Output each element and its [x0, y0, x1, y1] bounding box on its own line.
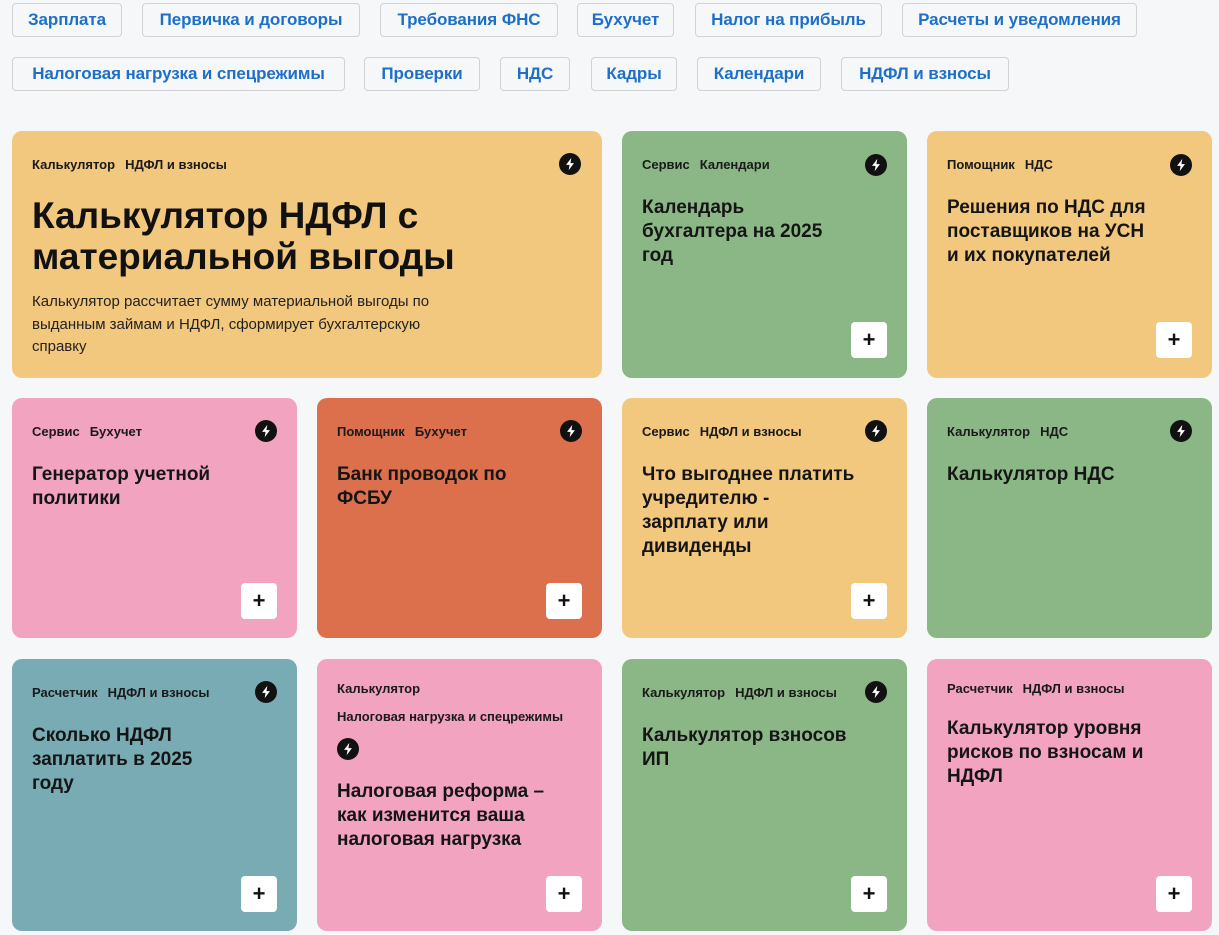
card-title: Банк проводок по ФСБУ — [337, 464, 507, 509]
card-fsbu-postings-bank[interactable]: Помощник Бухучет Банк проводок по ФСБУ + — [317, 398, 602, 638]
card-vat-usn-solutions[interactable]: Помощник НДС Решения по НДС для поставщик… — [927, 131, 1212, 378]
card-type: Калькулятор — [947, 424, 1031, 439]
card-title: Решения по НДС для поставщиков на УСН и … — [947, 197, 1146, 266]
lightning-icon — [1170, 420, 1192, 442]
add-button[interactable]: + — [851, 583, 887, 619]
card-topic: НДФЛ и взносы — [699, 424, 802, 439]
card-topic: Календари — [699, 157, 770, 172]
card-topic: НДФЛ и взносы — [1022, 681, 1125, 696]
filter-chip-fns-requirements[interactable]: Требования ФНС — [380, 3, 558, 37]
add-button[interactable]: + — [1156, 322, 1192, 358]
card-tags: Расчетчик НДФЛ и взносы — [32, 685, 219, 700]
card-ndfl-2025[interactable]: Расчетчик НДФЛ и взносы Сколько НДФЛ запл… — [12, 659, 297, 931]
filter-chip-inspections[interactable]: Проверки — [364, 57, 480, 91]
card-tags: Калькулятор НДС — [947, 424, 1078, 439]
card-topic: НДФЛ и взносы — [735, 685, 837, 700]
lightning-icon — [865, 420, 887, 442]
lightning-icon — [255, 420, 277, 442]
filter-chip-calendars[interactable]: Календари — [697, 57, 821, 91]
card-type: Расчетчик — [947, 681, 1013, 696]
card-topic: Бухучет — [89, 424, 142, 439]
lightning-icon — [865, 154, 887, 176]
lightning-icon — [1170, 154, 1192, 176]
filter-chip-accounting[interactable]: Бухучет — [577, 3, 674, 37]
card-type: Сервис — [642, 157, 690, 172]
lightning-icon — [559, 153, 581, 175]
lightning-icon — [865, 681, 887, 703]
card-description: Калькулятор рассчитает сумму материально… — [32, 293, 430, 355]
card-tags: Сервис Бухучет — [32, 424, 152, 439]
card-tags: Сервис Календари — [642, 157, 780, 172]
filter-chip-tax-burden[interactable]: Налоговая нагрузка и спецрежимы — [12, 57, 345, 91]
card-type: Сервис — [32, 424, 80, 439]
card-tags: Сервис НДФЛ и взносы — [642, 424, 812, 439]
card-title: Калькулятор уровня рисков по взносам и Н… — [947, 718, 1144, 787]
card-title: Калькулятор НДС — [947, 464, 1115, 485]
lightning-icon — [337, 738, 359, 760]
filter-chip-hr[interactable]: Кадры — [591, 57, 677, 91]
card-ip-contributions[interactable]: Калькулятор НДФЛ и взносы Калькулятор взн… — [622, 659, 907, 931]
card-type: Помощник — [337, 424, 405, 439]
card-accounting-policy-generator[interactable]: Сервис Бухучет Генератор учетной политики… — [12, 398, 297, 638]
card-vat-calculator[interactable]: Калькулятор НДС Калькулятор НДС — [927, 398, 1212, 638]
card-title: Сколько НДФЛ заплатить в 2025 году — [32, 725, 193, 794]
card-tags: Калькулятор НДФЛ и взносы — [32, 157, 237, 172]
card-topic: НДС — [1024, 157, 1053, 172]
filter-chip-ndfl-contributions[interactable]: НДФЛ и взносы — [841, 57, 1009, 91]
card-type: Калькулятор — [642, 685, 726, 700]
card-title: Налоговая реформа – как изменится ваша н… — [337, 781, 545, 850]
card-title: Калькулятор НДФЛ с материальной выгоды — [32, 195, 455, 277]
filter-chip-salary[interactable]: Зарплата — [12, 3, 122, 37]
card-tags: Расчетчик НДФЛ и взносы — [947, 681, 1134, 696]
card-topic: Бухучет — [414, 424, 467, 439]
card-salary-vs-dividends[interactable]: Сервис НДФЛ и взносы Что выгоднее платить… — [622, 398, 907, 638]
card-ndfl-material-benefit[interactable]: Калькулятор НДФЛ и взносы Калькулятор НДФ… — [12, 131, 602, 378]
card-type: Помощник — [947, 157, 1015, 172]
card-type: Калькулятор — [32, 157, 116, 172]
add-button[interactable]: + — [851, 876, 887, 912]
card-topic: НДС — [1040, 424, 1069, 439]
card-tags: Помощник Бухучет — [337, 424, 477, 439]
filter-chip-reports-notices[interactable]: Расчеты и уведомления — [902, 3, 1137, 37]
card-title: Калькулятор взносов ИП — [642, 725, 847, 770]
card-tags: Помощник НДС — [947, 157, 1063, 172]
card-topic: НДФЛ и взносы — [107, 685, 210, 700]
card-topic: Налоговая нагрузка и спецрежимы — [337, 709, 564, 724]
add-button[interactable]: + — [241, 583, 277, 619]
add-button[interactable]: + — [1156, 876, 1192, 912]
card-tax-reform[interactable]: Калькулятор Налоговая нагрузка и спецреж… — [317, 659, 602, 931]
filter-chip-vat[interactable]: НДС — [500, 57, 570, 91]
card-title: Генератор учетной политики — [32, 464, 211, 509]
card-type: Расчетчик — [32, 685, 98, 700]
filter-chip-profit-tax[interactable]: Налог на прибыль — [695, 3, 882, 37]
lightning-icon — [255, 681, 277, 703]
filter-chip-primary-docs[interactable]: Первичка и договоры — [142, 3, 360, 37]
card-tags: Калькулятор НДФЛ и взносы — [642, 685, 847, 700]
card-topic: НДФЛ и взносы — [125, 157, 227, 172]
add-button[interactable]: + — [241, 876, 277, 912]
add-button[interactable]: + — [851, 322, 887, 358]
card-accountant-calendar[interactable]: Сервис Календари Календарь бухгалтера на … — [622, 131, 907, 378]
card-type: Сервис — [642, 424, 690, 439]
card-title: Календарь бухгалтера на 2025 год — [642, 197, 823, 266]
add-button[interactable]: + — [546, 876, 582, 912]
card-type: Калькулятор — [337, 681, 421, 696]
card-title: Что выгоднее платить учредителю - зарпла… — [642, 464, 855, 557]
card-risk-level-calculator[interactable]: Расчетчик НДФЛ и взносы Калькулятор уровн… — [927, 659, 1212, 931]
lightning-icon — [560, 420, 582, 442]
add-button[interactable]: + — [546, 583, 582, 619]
